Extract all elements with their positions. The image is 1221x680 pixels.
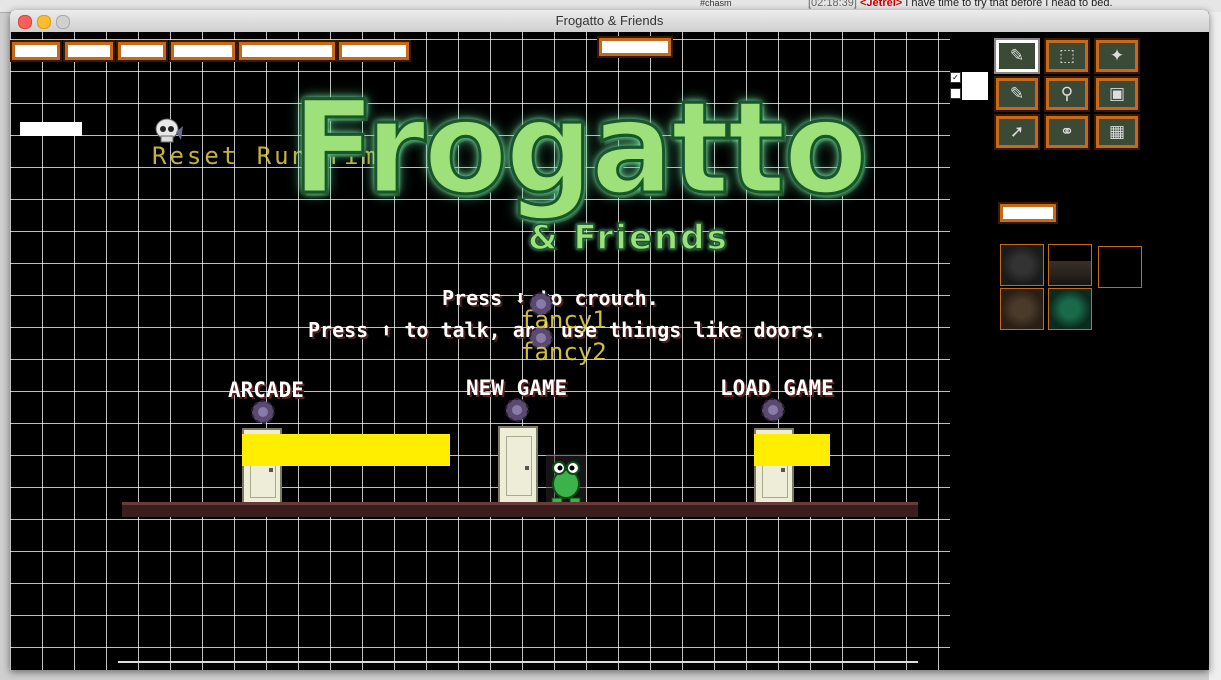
selection-highlight — [242, 434, 450, 466]
tile-swatch-1[interactable] — [1000, 244, 1044, 286]
desktop-right-strip — [1209, 12, 1221, 680]
tile-swatch-empty[interactable] — [1098, 246, 1142, 288]
fancy2-label: fancy2 — [520, 338, 607, 366]
pencil-icon[interactable]: ✎ — [994, 76, 1040, 112]
gear-icon — [251, 400, 275, 424]
editor-center-button[interactable] — [597, 36, 673, 58]
tool-glyph: ▣ — [1108, 84, 1126, 104]
pencil-icon[interactable]: ✎ — [994, 38, 1040, 74]
browser-tab-fragment: #chasm — [700, 0, 732, 8]
window-title: Frogatto & Friends — [555, 13, 664, 28]
stack-icon[interactable]: ▦ — [1094, 114, 1140, 150]
tool-glyph: ✎ — [1009, 84, 1025, 104]
tile-swatch-3[interactable] — [1000, 288, 1044, 330]
tile-swatch-4[interactable] — [1048, 288, 1092, 330]
new-game-door[interactable] — [498, 426, 538, 504]
eyedropper-icon[interactable]: ⚲ — [1044, 76, 1090, 112]
title-bar[interactable]: Frogatto & Friends — [10, 10, 1209, 33]
fancy1-label: fancy1 — [520, 306, 607, 334]
game-logo-subtitle: & Friends — [527, 217, 729, 259]
irc-line: [02:18:39] <Jetrel> I have time to try t… — [808, 0, 1113, 9]
tool-glyph: ✦ — [1109, 46, 1125, 66]
selection-highlight — [754, 434, 830, 466]
floor-platform — [122, 502, 918, 517]
game-window: Frogatto & Friends Reset Run Time Frogat… — [10, 10, 1209, 670]
editor-menu-button-5[interactable] — [237, 40, 337, 62]
game-logo: Frogatto — [291, 73, 870, 223]
editor-menu-button-2[interactable] — [63, 40, 115, 62]
group-icon[interactable]: ⚭ — [1044, 114, 1090, 150]
editor-side-button[interactable] — [998, 202, 1058, 224]
irc-nick: <Jetrel> — [860, 0, 903, 9]
gear-icon — [505, 398, 529, 422]
add-object-icon[interactable]: ▣ — [1094, 76, 1140, 112]
tile-swatch-2[interactable] — [1048, 244, 1092, 286]
frogatto-character[interactable] — [546, 454, 586, 506]
game-viewport[interactable]: Reset Run Time Frogatto & Friends Press … — [10, 32, 1209, 670]
tool-glyph: ▦ — [1108, 122, 1126, 142]
level-boundary-line — [118, 661, 918, 663]
editor-label-box — [20, 122, 82, 136]
tool-glyph: ⬚ — [1058, 46, 1076, 66]
select-rect-icon[interactable]: ⬚ — [1044, 38, 1090, 74]
tool-glyph: ⚭ — [1059, 122, 1075, 142]
checkbox-1[interactable]: ✓ — [950, 72, 961, 83]
tool-glyph: ⚲ — [1060, 84, 1074, 104]
irc-message: I have time to try that before I head to… — [905, 0, 1113, 9]
gear-icon — [761, 398, 785, 422]
editor-menu-button-4[interactable] — [169, 40, 237, 62]
editor-swatch — [962, 72, 988, 100]
magic-wand-icon[interactable]: ✦ — [1094, 38, 1140, 74]
irc-time: [02:18:39] — [808, 0, 857, 9]
checkbox-2[interactable] — [950, 88, 961, 99]
editor-menu-button-6[interactable] — [337, 40, 411, 62]
editor-menu-button-1[interactable] — [10, 40, 62, 62]
editor-menu-button-3[interactable] — [116, 40, 168, 62]
select-object-icon[interactable]: ➚ — [994, 114, 1040, 150]
tool-glyph: ✎ — [1009, 46, 1025, 66]
tool-glyph: ➚ — [1009, 122, 1025, 142]
